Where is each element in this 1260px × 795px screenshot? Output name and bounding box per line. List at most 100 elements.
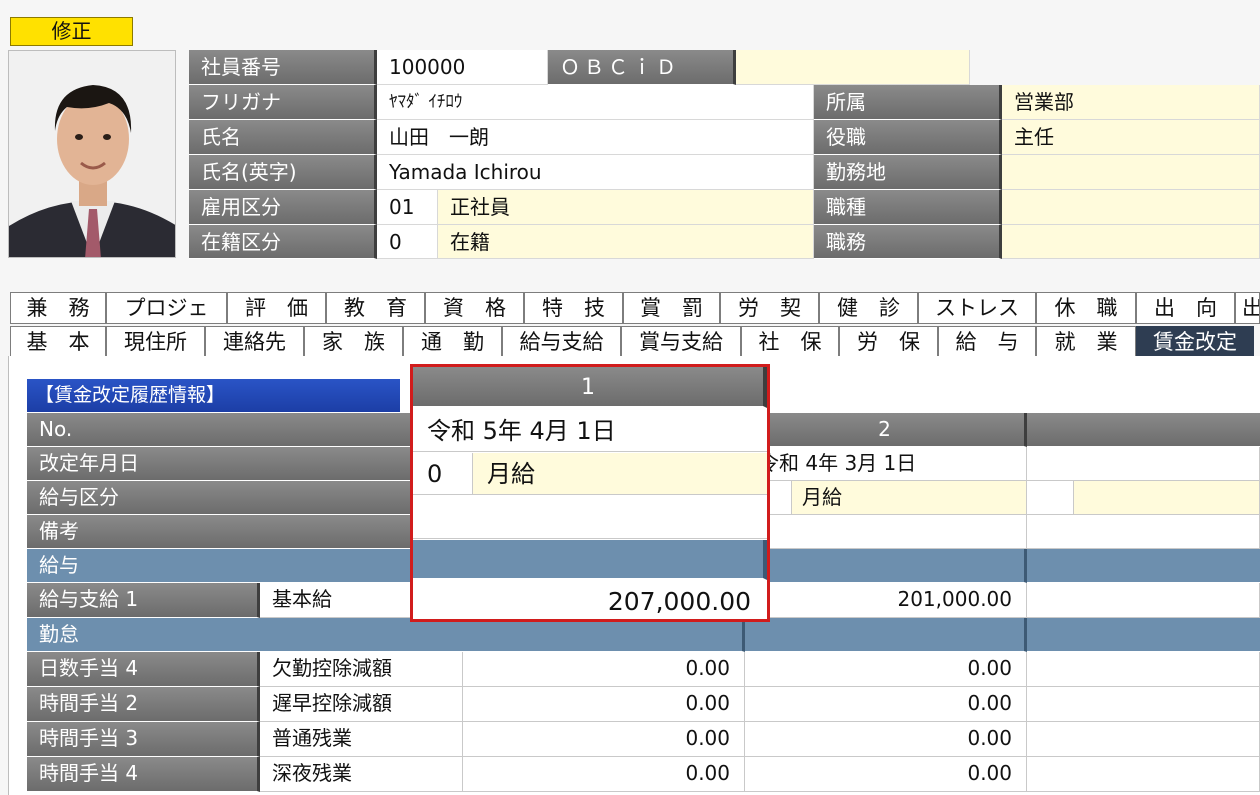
tab-stress[interactable]: ストレス [918,292,1036,324]
attendance-1-col1[interactable]: 0.00 [463,652,745,687]
attendance-4-col1[interactable]: 0.00 [463,757,745,792]
tab-basic[interactable]: 基 本 [10,326,106,358]
column-2-pay-type: 月給 [792,481,1027,515]
duty-value[interactable] [1002,225,1260,259]
tab-contact[interactable]: 連絡先 [205,326,304,358]
tab-education[interactable]: 教 育 [326,292,425,324]
attendance-3-col1[interactable]: 0.00 [463,722,745,757]
obcid-value[interactable] [736,50,970,85]
section-attendance-col2 [745,618,1027,652]
attendance-4-name: 深夜残業 [260,757,463,792]
tab-social-insurance[interactable]: 社 保 [741,326,839,358]
column-3-pay-code[interactable] [1027,481,1074,515]
tab-project[interactable]: プロジェ [106,292,227,324]
section-attendance-col1 [463,618,745,652]
column-2-note[interactable] [745,515,1027,549]
attendance-4-col2[interactable]: 0.00 [745,757,1027,792]
attendance-2-col3[interactable] [1027,687,1260,722]
zoom-salary1[interactable]: 207,000.00 [413,582,767,619]
employee-number-value[interactable]: 100000 [377,50,548,85]
tab-address[interactable]: 現住所 [106,326,205,358]
label-employment: 雇用区分 [189,190,377,225]
label-employee-number: 社員番号 [189,50,377,85]
name-en-value[interactable]: Yamada Ichirou [377,155,814,190]
tab-salary-payment[interactable]: 給与支給 [502,326,621,358]
employee-photo [8,50,176,258]
zoom-date[interactable]: 令和 5年 4月 1日 [413,410,767,452]
label-duty: 職務 [814,225,1002,259]
kana-value[interactable]: ﾔﾏﾀﾞ ｲﾁﾛｳ [377,85,814,120]
attendance-4-col3[interactable] [1027,757,1260,792]
tab-bonus-payment[interactable]: 賞与支給 [621,326,741,358]
job-type-value[interactable] [1002,190,1260,225]
attendance-2-col2[interactable]: 0.00 [745,687,1027,722]
label-position: 役職 [814,120,1002,155]
zoom-column-header: 1 [413,367,767,408]
tab-skill[interactable]: 特 技 [524,292,623,324]
attendance-3-name: 普通残業 [260,722,463,757]
row-label-attendance-3: 時間手当 3 [27,722,260,757]
avatar-icon [9,51,175,257]
name-value[interactable]: 山田 一朗 [377,120,814,155]
label-workplace: 勤務地 [814,155,1002,190]
column-3-note[interactable] [1027,515,1260,549]
zoom-note[interactable] [413,496,767,539]
row-label-attendance-1: 日数手当 4 [27,652,260,687]
attendance-1-col2[interactable]: 0.00 [745,652,1027,687]
label-obcid: ＯＢＣｉＤ [548,50,736,85]
tab-qualification[interactable]: 資 格 [425,292,524,324]
row-label-salary1: 給与支給 1 [27,583,260,618]
tab-salary[interactable]: 給 与 [938,326,1036,358]
row-label-date: 改定年月日 [27,447,447,481]
zoom-pay-type: 月給 [473,453,767,495]
status-value: 在籍 [438,225,814,259]
attendance-2-col1[interactable]: 0.00 [463,687,745,722]
column-2-date[interactable]: 令和 4年 3月 1日 [745,447,1027,481]
tab-employment[interactable]: 就 業 [1036,326,1136,358]
zoom-section-salary [413,540,767,580]
attendance-1-name: 欠勤控除減額 [260,652,463,687]
tab-overflow[interactable]: 出 [1235,292,1260,324]
attendance-3-col3[interactable] [1027,722,1260,757]
tab-family[interactable]: 家 族 [304,326,403,358]
row-label-no: No. [27,413,447,447]
workplace-value[interactable] [1002,155,1260,190]
column-3-salary1[interactable] [1027,583,1260,618]
tab-commute[interactable]: 通 勤 [403,326,502,358]
section-title: 【賃金改定履歴情報】 [27,379,400,412]
employment-code-value[interactable]: 01 [377,190,438,225]
zoom-pay-code[interactable]: 0 [413,453,473,495]
column-3-pay-type [1074,481,1260,515]
column-3-date[interactable] [1027,447,1260,481]
tab-labor-contract[interactable]: 労 契 [720,292,819,324]
department-value[interactable]: 営業部 [1002,85,1260,120]
label-status: 在籍区分 [189,225,377,259]
column-2-header: 2 [745,413,1027,447]
label-job-type: 職種 [814,190,1002,225]
label-kana: フリガナ [189,85,377,120]
tab-secondment[interactable]: 出 向 [1136,292,1235,324]
attendance-1-col3[interactable] [1027,652,1260,687]
tab-leave[interactable]: 休 職 [1036,292,1136,324]
attendance-3-col2[interactable]: 0.00 [745,722,1027,757]
label-department: 所属 [814,85,1002,120]
row-label-pay-type: 給与区分 [27,481,447,515]
row-label-attendance-4: 時間手当 4 [27,757,260,792]
column-2-salary1[interactable]: 201,000.00 [745,583,1027,618]
tab-evaluation[interactable]: 評 価 [227,292,326,324]
edit-button[interactable]: 修正 [10,17,133,46]
employment-value: 正社員 [438,190,814,225]
column-3-header [1027,413,1260,447]
attendance-2-name: 遅早控除減額 [260,687,463,722]
tab-wage-revision[interactable]: 賃金改定 [1136,326,1254,358]
tab-labor-insurance[interactable]: 労 保 [839,326,938,358]
tab-reward-punishment[interactable]: 賞 罰 [623,292,720,324]
section-salary-col2 [745,549,1027,583]
status-code-value[interactable]: 0 [377,225,438,259]
tab-kenmu[interactable]: 兼 務 [10,292,106,324]
row-label-note: 備考 [27,515,447,549]
tab-health-check[interactable]: 健 診 [819,292,918,324]
position-value[interactable]: 主任 [1002,120,1260,155]
row-label-attendance-2: 時間手当 2 [27,687,260,722]
label-name-en: 氏名(英字) [189,155,377,190]
